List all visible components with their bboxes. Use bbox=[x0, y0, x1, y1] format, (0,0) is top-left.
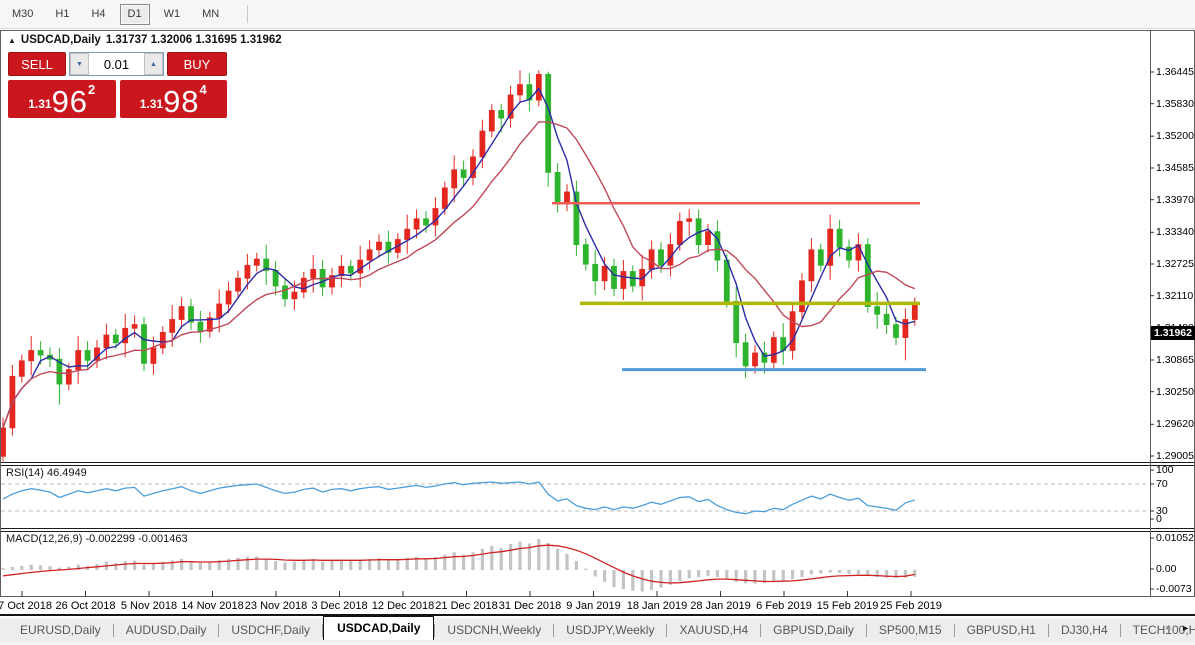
timeframe-button-h4[interactable]: H4 bbox=[83, 4, 113, 25]
collapse-triangle-icon[interactable]: ▲ bbox=[8, 36, 16, 45]
rsi-axis-label: 0 bbox=[1156, 513, 1162, 525]
bottom-tab-eurusd[interactable]: EURUSD,Daily bbox=[8, 620, 113, 640]
volume-input[interactable] bbox=[89, 53, 144, 75]
date-axis-label: 21 Dec 2018 bbox=[435, 600, 498, 612]
chart-ohlc-values: 1.31737 1.32006 1.31695 1.31962 bbox=[105, 34, 282, 46]
price-axis-label: 1.33970 bbox=[1156, 193, 1194, 206]
date-axis-label: 18 Jan 2019 bbox=[626, 600, 688, 612]
mt4-window: M30 H1 H4 D1 W1 MN ▲ USDCAD,Daily 1.31737 1.3… bbox=[0, 0, 1195, 645]
macd-axis-label: 0.010525 bbox=[1156, 532, 1195, 544]
timeframe-button-mn[interactable]: MN bbox=[194, 4, 227, 25]
chart-tab-bar: EURUSD,Daily AUDUSD,Daily USDCHF,Daily USDC… bbox=[0, 616, 1195, 642]
timeframe-button-m30[interactable]: M30 bbox=[4, 4, 41, 25]
bottom-tab-usdcad[interactable]: USDCAD,Daily bbox=[323, 616, 435, 640]
tab-scroll-left-icon[interactable]: ◄ bbox=[1163, 623, 1172, 633]
date-axis-label: 5 Nov 2018 bbox=[120, 600, 178, 612]
sell-price-tile[interactable]: 1.31 96 2 bbox=[8, 80, 116, 118]
date-axis-label: 14 Nov 2018 bbox=[181, 600, 244, 612]
bottom-tab-usdjpy[interactable]: USDJPY,Weekly bbox=[554, 620, 666, 640]
price-axis-label: 1.34585 bbox=[1156, 161, 1194, 174]
timeframe-toolbar: M30 H1 H4 D1 W1 MN bbox=[0, 0, 1195, 29]
bottom-tab-sp500[interactable]: SP500,M15 bbox=[867, 620, 954, 640]
volume-stepper: ▼ ▲ bbox=[69, 52, 164, 76]
date-axis-label: 12 Dec 2018 bbox=[371, 600, 435, 612]
bottom-tab-usdchf[interactable]: USDCHF,Daily bbox=[219, 620, 322, 640]
price-axis-label: 1.32725 bbox=[1156, 257, 1194, 270]
sell-price-prefix: 1.31 bbox=[28, 97, 52, 111]
current-price-tag: 1.31962 bbox=[1151, 326, 1195, 341]
bottom-tab-xauusd[interactable]: XAUUSD,H4 bbox=[667, 620, 760, 640]
price-axis-label: 1.35200 bbox=[1156, 130, 1194, 143]
rsi-axis-label: 100 bbox=[1156, 464, 1174, 476]
volume-decrease-icon[interactable]: ▼ bbox=[70, 53, 89, 75]
date-axis-label: 3 Dec 2018 bbox=[311, 600, 368, 612]
sell-button[interactable]: SELL bbox=[8, 52, 66, 76]
buy-price-tile[interactable]: 1.31 98 4 bbox=[119, 80, 227, 119]
buy-button[interactable]: BUY bbox=[167, 52, 227, 76]
price-axis-label: 1.32110 bbox=[1156, 289, 1194, 302]
price-axis-label: 1.35830 bbox=[1156, 97, 1194, 110]
bottom-tab-dj30[interactable]: DJ30,H4 bbox=[1049, 620, 1120, 640]
volume-increase-icon[interactable]: ▲ bbox=[144, 53, 163, 75]
bottom-tab-gbpusd[interactable]: GBPUSD,Daily bbox=[761, 620, 866, 640]
bottom-tab-usdcnh[interactable]: USDCNH,Weekly bbox=[435, 620, 553, 640]
buy-price-prefix: 1.31 bbox=[139, 97, 164, 111]
sell-price-pip: 2 bbox=[88, 82, 96, 97]
price-axis-label: 1.30865 bbox=[1156, 354, 1194, 366]
timeframe-button-w1[interactable]: W1 bbox=[156, 4, 189, 25]
date-axis-label: 26 Oct 2018 bbox=[55, 600, 116, 612]
rsi-indicator-header: RSI(14) 46.4949 bbox=[6, 467, 87, 479]
price-axis-label: 1.36445 bbox=[1156, 65, 1194, 78]
bottom-tab-gbpusd[interactable]: GBPUSD,H1 bbox=[955, 620, 1048, 640]
bottom-tab-audusd[interactable]: AUDUSD,Daily bbox=[114, 620, 219, 640]
price-axis-label: 1.30250 bbox=[1156, 385, 1194, 398]
date-axis-label: 6 Feb 2019 bbox=[756, 600, 812, 612]
chart-symbol-label: USDCAD,Daily bbox=[20, 34, 101, 46]
timeframe-button-h1[interactable]: H1 bbox=[47, 4, 77, 25]
tab-scroll-right-icon[interactable]: ► bbox=[1181, 623, 1190, 633]
date-axis-label: 31 Dec 2018 bbox=[498, 600, 562, 612]
price-axis-label: 1.29005 bbox=[1156, 450, 1194, 462]
time-axis[interactable]: 17 Oct 201826 Oct 2018 5 Nov 201814 Nov 2… bbox=[0, 597, 1195, 616]
timeframe-button-d1[interactable]: D1 bbox=[119, 3, 150, 25]
macd-axis-label: 0.00 bbox=[1156, 563, 1177, 575]
one-click-trading-panel: SELL ▼ ▲ BUY 1.31 96 2 1.31 98 4 bbox=[8, 52, 227, 118]
date-axis-label: 17 Oct 2018 bbox=[0, 600, 52, 612]
date-axis-label: 23 Nov 2018 bbox=[244, 600, 308, 612]
chart-window: ▲ USDCAD,Daily 1.31737 1.32006 1.31695 1… bbox=[0, 30, 1195, 597]
date-axis-label: 15 Feb 2019 bbox=[816, 600, 879, 612]
price-axis-label: 1.29620 bbox=[1156, 418, 1194, 431]
price-axis-label: 1.33340 bbox=[1156, 226, 1194, 239]
buy-price-pip: 4 bbox=[199, 82, 207, 97]
sell-price-big: 96 bbox=[51, 83, 89, 119]
buy-price-big: 98 bbox=[163, 83, 200, 119]
date-axis-label: 9 Jan 2019 bbox=[566, 600, 621, 612]
macd-axis-label: -0.0073 bbox=[1156, 583, 1192, 595]
date-axis-label: 28 Jan 2019 bbox=[690, 600, 751, 612]
macd-indicator-header: MACD(12,26,9) -0.002299 -0.001463 bbox=[6, 533, 188, 545]
date-axis-label: 25 Feb 2019 bbox=[880, 600, 942, 612]
rsi-axis-label: 70 bbox=[1156, 478, 1168, 490]
chart-header: ▲ USDCAD,Daily 1.31737 1.32006 1.31695 1… bbox=[8, 34, 282, 46]
toolbar-separator bbox=[247, 5, 249, 23]
